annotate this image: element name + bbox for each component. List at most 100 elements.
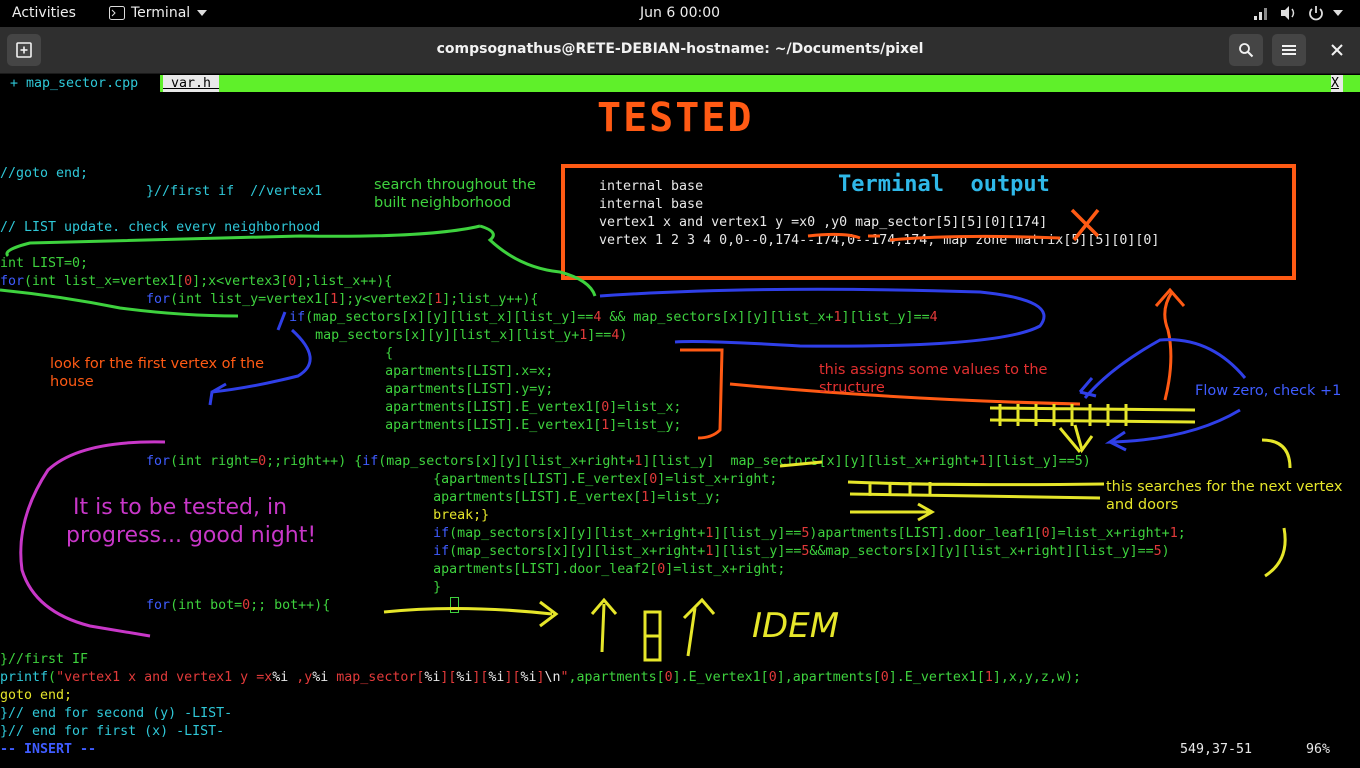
code-fragment: &&map_sectors[x][y][list_x+right][list_y…: [809, 544, 1154, 559]
network-icon[interactable]: [1253, 5, 1271, 21]
code-fragment: ][list_y]==: [713, 526, 802, 541]
next-note-line2: and doors: [1106, 497, 1179, 513]
tested-label: TESTED: [597, 95, 754, 141]
code-fragment: ]=list_x+right;: [665, 562, 786, 577]
number-literal: 0: [258, 454, 267, 469]
code-line: }//first IF: [0, 652, 89, 667]
tab-map-sector[interactable]: + map_sector.cpp: [0, 75, 160, 92]
code-fragment: (int bot=: [170, 598, 243, 613]
terminal-output-line: internal base: [599, 179, 704, 194]
format-specifier: %i: [272, 670, 289, 685]
code-fragment: map_sectors[x][y][list_x+right+: [730, 454, 979, 469]
assign-note-line2: structure: [819, 380, 885, 396]
code-line: //goto end;: [0, 166, 89, 181]
orange-arrow: [729, 287, 1186, 406]
code-line: for(int list_x=vertex1[0];x<vertex3[0];l…: [0, 273, 392, 291]
number-literal: 1: [978, 454, 987, 469]
code-fragment: apartments[LIST].E_vertex1[: [225, 418, 602, 433]
terminal-output-line: vertex1 x and vertex1 y =x0 ,y0 map_sect…: [599, 215, 1048, 230]
code-fragment: ,apartments[: [568, 670, 665, 685]
code-line: apartments[LIST].y=y;: [225, 382, 554, 397]
yellow-arrow-down: [1058, 424, 1094, 454]
progress-note-line1: It is to be tested, in: [73, 495, 288, 520]
code-line: if(map_sectors[x][y][list_x][list_y]==4 …: [161, 309, 938, 327]
number-literal: 4: [929, 310, 938, 325]
code-fragment: ],apartments[: [776, 670, 881, 685]
close-window-button[interactable]: [1320, 34, 1354, 66]
code-line: apartments[LIST].x=x;: [225, 364, 554, 379]
code-fragment: ];x<vertex3[: [192, 274, 289, 289]
code-fragment: ][list_y]==: [713, 544, 802, 559]
code-line: if(map_sectors[x][y][list_x+right+1][lis…: [241, 543, 1170, 561]
code-line: goto end;: [0, 688, 73, 703]
code-line: for(int bot=0;; bot++){: [82, 597, 330, 615]
code-fragment: apartments[LIST].door_leaf2[: [241, 562, 658, 577]
code-fragment: ): [619, 328, 628, 343]
text-cursor: [450, 597, 459, 613]
volume-icon[interactable]: [1280, 5, 1298, 21]
search-icon: [1239, 43, 1254, 58]
code-fragment: (map_sectors[x][y][list_x][list_y]==: [305, 310, 594, 325]
flow-note: Flow zero, check +1: [1195, 383, 1342, 399]
code-line: apartments[LIST].E_vertex[1]=list_y;: [241, 489, 721, 507]
number-literal: 1: [984, 670, 993, 685]
string-literal: ,y: [288, 670, 313, 685]
code-fragment: ][list_y]==: [841, 310, 930, 325]
clock[interactable]: Jun 6 00:00: [640, 5, 720, 21]
next-note-line1: this searches for the next vertex: [1106, 479, 1343, 495]
terminal-output-line: vertex 1 2 3 4 0,0--0,174--174,0--174,17…: [599, 233, 1160, 248]
code-fragment: apartments[LIST].E_vertex[: [241, 490, 642, 505]
string-literal: ][: [504, 670, 521, 685]
escape-sequence: \n: [544, 670, 561, 685]
assign-note-line1: this assigns some values to the: [819, 362, 1048, 378]
menu-button[interactable]: [1272, 34, 1306, 66]
code-fragment: ]=list_x;: [609, 400, 682, 415]
look-note-line1: look for the first vertex of the: [50, 356, 265, 372]
number-literal: 1: [330, 292, 339, 307]
code-fragment: ]=list_x+right;: [657, 472, 778, 487]
search-button[interactable]: [1229, 34, 1263, 66]
activities-button[interactable]: Activities: [12, 5, 76, 21]
format-specifier: %i: [424, 670, 441, 685]
code-fragment: )apartments[LIST].door_leaf1[: [809, 526, 1042, 541]
function-name: printf: [0, 670, 49, 685]
code-fragment: ): [1161, 544, 1170, 559]
tab-var-h[interactable]: var.h: [163, 75, 220, 92]
yellow-arrow-right: [383, 600, 559, 628]
orange-bracket: [680, 348, 724, 440]
code-line: apartments[LIST].E_vertex1[1]=list_y;: [225, 417, 681, 435]
format-specifier: %i: [312, 670, 329, 685]
yellow-brackets: [1261, 438, 1292, 578]
string-literal: map_sector[: [328, 670, 425, 685]
code-fragment: ]=list_y;: [609, 418, 682, 433]
keyword: if: [362, 454, 379, 469]
code-fragment: ];list_y++){: [442, 292, 539, 307]
keyword: if: [161, 310, 306, 325]
string-literal: "vertex1 x and vertex1 y =x: [56, 670, 273, 685]
number-literal: 0: [880, 670, 889, 685]
look-note-line2: house: [50, 374, 94, 390]
code-fragment: ][list_y]: [642, 454, 715, 469]
number-literal: 1: [833, 310, 842, 325]
code-fragment: ][list_y]: [986, 454, 1059, 469]
code-fragment: {apartments[LIST].E_vertex[: [241, 472, 650, 487]
scroll-percent: 96%: [1306, 742, 1331, 757]
app-menu-button[interactable]: Terminal: [131, 5, 190, 21]
vim-mode-indicator: -- INSERT --: [0, 742, 97, 757]
code-fragment: apartments[LIST].E_vertex1[: [225, 400, 602, 415]
code-line: }// end for first (x) -LIST-: [0, 724, 225, 739]
code-fragment: (map_sectors[x][y][list_x+right+: [449, 544, 706, 559]
cursor-position: 549,37-51: [1180, 742, 1253, 757]
code-line: }//first if //vertex1: [82, 184, 323, 199]
search-note-line1: search throughout the: [374, 177, 536, 193]
system-menu-chevron-icon[interactable]: [1333, 10, 1343, 16]
chevron-down-icon[interactable]: [197, 10, 207, 16]
code-fragment: ]=list_x+right+: [1049, 526, 1170, 541]
format-specifier: %i: [456, 670, 473, 685]
tabline-close[interactable]: X: [1331, 75, 1343, 92]
code-fragment: map_sectors[x][y][list_x][list_y+: [179, 328, 580, 343]
power-icon[interactable]: [1308, 5, 1324, 21]
code-fragment: ];list_x++){: [296, 274, 393, 289]
code-line: apartments[LIST].door_leaf2[0]=list_x+ri…: [241, 561, 785, 579]
number-literal: 0: [1041, 526, 1050, 541]
